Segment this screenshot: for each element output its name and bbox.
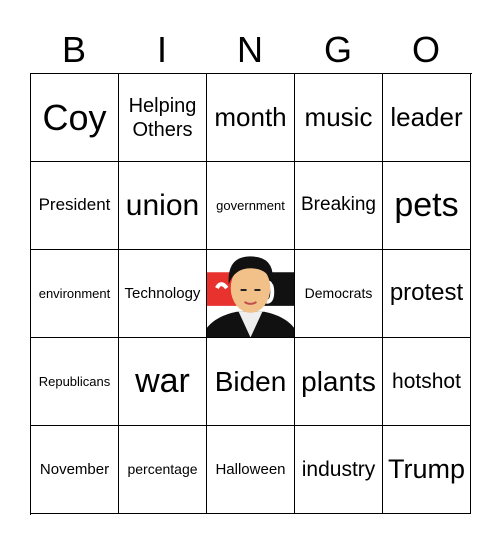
bingo-cell[interactable]: plants	[295, 338, 383, 426]
cell-label: industry	[301, 457, 376, 481]
cell-label: Trump	[387, 454, 465, 485]
bingo-cell[interactable]: war	[119, 338, 207, 426]
bingo-cell[interactable]: music	[295, 74, 383, 162]
bingo-cell[interactable]: government	[207, 162, 295, 250]
bingo-cell[interactable]: leader	[383, 74, 471, 162]
cell-label: government	[216, 197, 285, 213]
bingo-cell[interactable]: environment	[31, 250, 119, 338]
bingo-cell[interactable]: Halloween	[207, 426, 295, 514]
header-letter-o: O	[411, 29, 440, 70]
bingo-cell[interactable]: Helping Others	[119, 74, 207, 162]
cell-label: President	[38, 195, 111, 215]
bingo-cell[interactable]: month	[207, 74, 295, 162]
bingo-cell[interactable]: union	[119, 162, 207, 250]
cell-label: month	[214, 101, 287, 132]
bingo-cell[interactable]: Democrats	[295, 250, 383, 338]
bingo-cell[interactable]: protest	[383, 250, 471, 338]
cell-label: music	[304, 101, 373, 132]
cell-label: leader	[390, 101, 463, 132]
cell-label: Breaking	[301, 194, 376, 216]
bingo-cell[interactable]: Technology	[119, 250, 207, 338]
bingo-grid: Coy Helping Others month music leader Preside…	[30, 73, 472, 515]
cell-label: Republicans	[38, 373, 111, 389]
bingo-cell[interactable]: hotshot	[383, 338, 471, 426]
bingo-cell[interactable]: Coy	[31, 74, 119, 162]
bingo-cell[interactable]: November	[31, 426, 119, 514]
cell-label: Helping Others	[128, 94, 197, 141]
bingo-cell[interactable]: President	[31, 162, 119, 250]
cell-label: Democrats	[304, 285, 373, 302]
cell-label: Technology	[124, 284, 201, 302]
bingo-cell[interactable]: percentage	[119, 426, 207, 514]
bingo-cell[interactable]: Trump	[383, 426, 471, 514]
header-letter-g: G	[323, 29, 352, 70]
free-space-cell[interactable]	[207, 250, 295, 338]
bingo-header: B I N G O	[30, 28, 470, 72]
bingo-cell[interactable]: pets	[383, 162, 471, 250]
cell-label: plants	[301, 365, 376, 397]
cell-label: protest	[389, 279, 464, 307]
bingo-cell[interactable]: Breaking	[295, 162, 383, 250]
header-letter-i: I	[156, 29, 167, 70]
cell-label: environment	[38, 285, 111, 301]
cell-label: war	[135, 362, 190, 401]
bingo-cell[interactable]: industry	[295, 426, 383, 514]
cell-label: hotshot	[392, 369, 461, 393]
cell-label: pets	[394, 186, 459, 225]
header-letter-b: B	[61, 29, 86, 70]
cell-label: union	[125, 188, 200, 222]
cell-label: percentage	[127, 461, 198, 478]
bingo-cell[interactable]: Biden	[207, 338, 295, 426]
header-letter-n: N	[237, 29, 263, 70]
bingo-cell[interactable]: Republicans	[31, 338, 119, 426]
man-portrait-news-logo-icon	[207, 250, 294, 337]
cell-label: November	[39, 460, 110, 478]
cell-label: Biden	[214, 365, 287, 397]
cell-label: Coy	[42, 96, 107, 138]
cell-label: Halloween	[215, 460, 286, 478]
